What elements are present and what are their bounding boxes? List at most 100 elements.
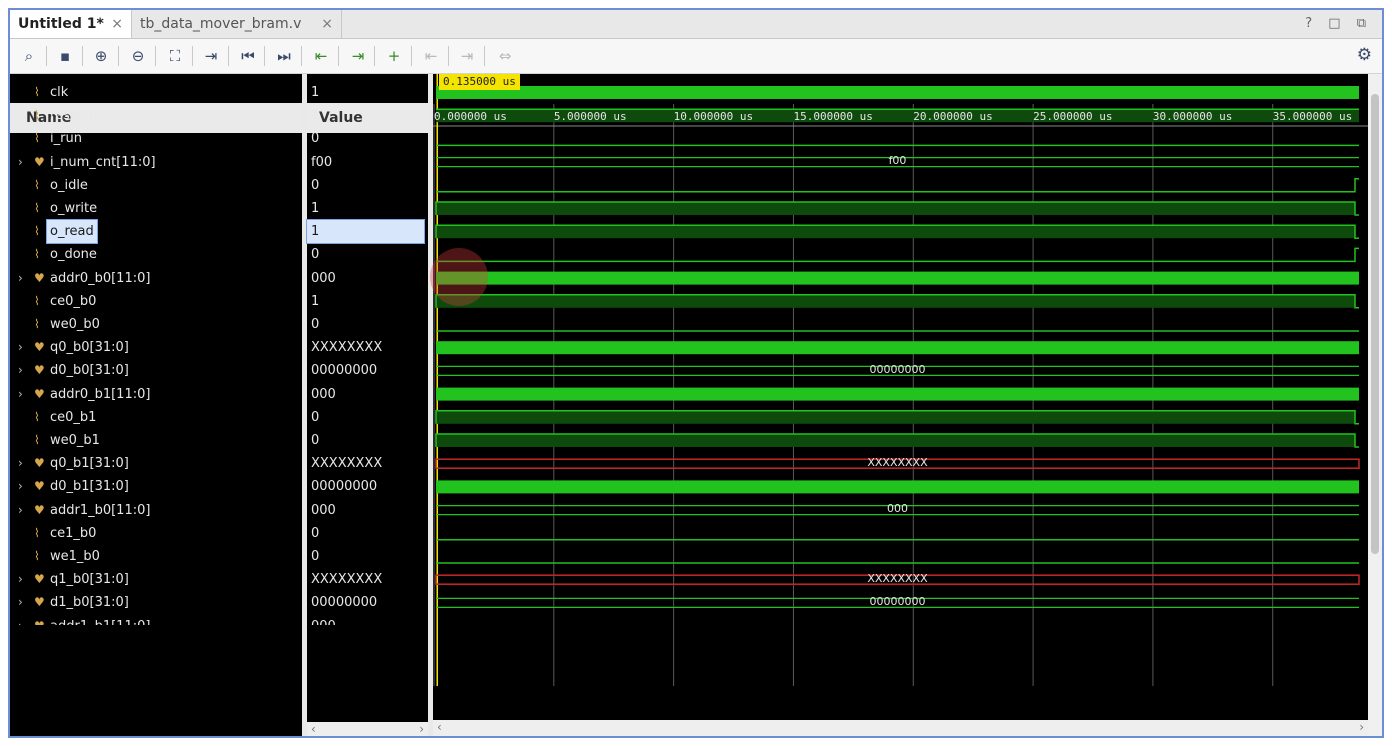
tab-untitled-1[interactable]: Untitled 1* × <box>10 10 132 38</box>
waveform-canvas[interactable] <box>433 74 1368 720</box>
go-to-end-icon[interactable]: ⏭ <box>273 45 295 67</box>
signal-value[interactable]: 000 <box>311 499 336 522</box>
settings-icon[interactable]: ⚙ <box>1357 45 1372 65</box>
toolbar: ⌕ ▪ ⊕ ⊖ ⛶ ⇥ ⏮ ⏭ ⇤ ⇥ + ⇤ ⇥ ⇔ ⚙ <box>10 39 1382 74</box>
chevron-right-icon[interactable]: › <box>18 267 23 290</box>
tab-label: Untitled 1* <box>18 16 104 32</box>
go-to-start-icon[interactable]: ⏮ <box>237 45 259 67</box>
signal-value[interactable]: 000 <box>311 383 336 406</box>
signal-value[interactable]: f00 <box>311 151 332 174</box>
signal-row[interactable]: ⌇ clk <box>10 81 302 104</box>
go-to-cursor-icon[interactable]: ⇥ <box>200 45 222 67</box>
next-transition-icon[interactable]: ⇥ <box>347 45 369 67</box>
signal-value[interactable]: 00000000 <box>311 591 377 614</box>
signal-value[interactable]: 000 <box>311 615 336 625</box>
signal-row[interactable]: › ♥ addr1_b0[11:0] <box>10 499 302 522</box>
signal-row[interactable]: › ♥ q0_b0[31:0] <box>10 336 302 359</box>
signal-value[interactable]: 1 <box>311 81 319 104</box>
signal-value[interactable]: XXXXXXXX <box>311 452 382 475</box>
chevron-right-icon[interactable]: › <box>18 452 23 475</box>
float-icon[interactable]: ⧉ <box>1357 16 1372 31</box>
signal-row[interactable]: ⌇ we0_b0 <box>10 313 302 336</box>
zoom-out-icon[interactable]: ⊖ <box>127 45 149 67</box>
signal-name: q1_b0[31:0] <box>50 572 129 588</box>
signal-value[interactable]: 0 <box>311 313 319 336</box>
tab-tb-data-mover-bram[interactable]: tb_data_mover_bram.v × <box>132 10 342 38</box>
signal-value[interactable]: 00000000 <box>311 359 377 382</box>
signal-value[interactable]: 1 <box>311 290 319 313</box>
chevron-right-icon[interactable]: › <box>18 499 23 522</box>
signal-value[interactable]: 0 <box>311 174 319 197</box>
vertical-scrollbar[interactable] <box>1368 74 1382 736</box>
signal-row[interactable]: ⌇ ce1_b0 <box>10 522 302 545</box>
chevron-right-icon[interactable]: › <box>419 722 424 736</box>
signal-row[interactable]: › ♥ q0_b1[31:0] <box>10 452 302 475</box>
signal-row[interactable]: ⌇ o_done <box>10 243 302 266</box>
signal-row[interactable]: ⌇ reset_n <box>10 104 302 127</box>
chevron-right-icon[interactable]: › <box>18 336 23 359</box>
save-icon[interactable]: ▪ <box>54 45 76 67</box>
signal-row[interactable]: ⌇ ce0_b1 <box>10 406 302 429</box>
add-marker-icon[interactable]: + <box>383 45 405 67</box>
signal-row[interactable]: ⌇ ce0_b0 <box>10 290 302 313</box>
zoom-in-icon[interactable]: ⊕ <box>90 45 112 67</box>
signal-row[interactable]: ⌇ i_run <box>10 127 302 150</box>
maximize-icon[interactable]: □ <box>1328 16 1346 31</box>
value-header[interactable]: Value <box>307 103 428 133</box>
signal-value[interactable]: 00000000 <box>311 475 377 498</box>
chevron-left-icon[interactable]: ‹ <box>311 722 316 736</box>
signal-row[interactable]: ⌇ o_write <box>10 197 302 220</box>
signal-row[interactable]: › ♥ addr0_b1[11:0] <box>10 383 302 406</box>
signal-row[interactable]: › ♥ q1_b0[31:0] <box>10 568 302 591</box>
chevron-left-icon[interactable]: ‹ <box>437 720 442 734</box>
previous-transition-icon[interactable]: ⇤ <box>310 45 332 67</box>
signal-value[interactable]: XXXXXXXX <box>311 336 382 359</box>
signal-row[interactable]: ⌇ we0_b1 <box>10 429 302 452</box>
chevron-right-icon[interactable]: › <box>18 615 23 625</box>
signal-row[interactable]: › ♥ addr1_b1[11:0] <box>10 615 302 625</box>
signal-row[interactable]: › ♥ d1_b0[31:0] <box>10 591 302 614</box>
signal-value[interactable]: 1 <box>311 104 319 127</box>
signal-row[interactable]: › ♥ i_num_cnt[11:0] <box>10 151 302 174</box>
value-scrollbar[interactable]: ‹ › <box>307 722 428 736</box>
bus-signal-icon: ♥ <box>34 386 45 401</box>
chevron-right-icon[interactable]: › <box>18 151 23 174</box>
search-icon[interactable]: ⌕ <box>18 45 40 67</box>
close-icon[interactable]: × <box>321 10 333 38</box>
signal-name: ce0_b0 <box>50 293 97 309</box>
signal-value[interactable]: XXXXXXXX <box>311 568 382 591</box>
signal-value[interactable]: 0 <box>311 545 319 568</box>
chevron-right-icon[interactable]: › <box>18 359 23 382</box>
signal-row[interactable]: › ♥ addr0_b0[11:0] <box>10 267 302 290</box>
signal-value[interactable]: 0 <box>311 243 319 266</box>
cursor-time-label[interactable]: 0.135000 us <box>439 74 520 90</box>
signal-value[interactable]: 1 <box>306 219 425 245</box>
signal-name: i_run <box>50 131 82 147</box>
waveform-area[interactable]: 0.135000 us 0.000000 us 5.000000 us 10.000… <box>433 74 1368 720</box>
signal-value[interactable]: 000 <box>311 267 336 290</box>
zoom-fit-icon[interactable]: ⛶ <box>164 45 186 67</box>
chevron-right-icon[interactable]: › <box>1359 720 1364 734</box>
wave-o_write <box>436 202 1355 215</box>
signal-value[interactable]: 0 <box>311 127 319 150</box>
help-icon[interactable]: ? <box>1305 16 1318 31</box>
chevron-right-icon[interactable]: › <box>18 475 23 498</box>
signal-value[interactable]: 0 <box>311 522 319 545</box>
signal-row[interactable]: › ♥ d0_b0[31:0] <box>10 359 302 382</box>
signal-row[interactable]: ⌇ o_read <box>10 219 302 245</box>
wave-scrollbar[interactable]: ‹ › <box>433 720 1368 736</box>
bus-signal-icon: ♥ <box>34 572 45 587</box>
signal-row[interactable]: › ♥ d0_b1[31:0] <box>10 475 302 498</box>
signal-icon: ⌇ <box>34 549 40 563</box>
chevron-right-icon[interactable]: › <box>18 591 23 614</box>
signal-value[interactable]: 0 <box>311 429 319 452</box>
signal-row[interactable]: ⌇ we1_b0 <box>10 545 302 568</box>
chevron-right-icon[interactable]: › <box>18 383 23 406</box>
scroll-thumb[interactable] <box>1371 94 1379 554</box>
signal-row[interactable]: ⌇ o_idle <box>10 174 302 197</box>
signal-value[interactable]: 1 <box>311 197 319 220</box>
signal-value[interactable]: 0 <box>311 406 319 429</box>
close-icon[interactable]: × <box>111 10 123 38</box>
chevron-right-icon[interactable]: › <box>18 568 23 591</box>
tab-label: tb_data_mover_bram.v <box>140 16 302 32</box>
